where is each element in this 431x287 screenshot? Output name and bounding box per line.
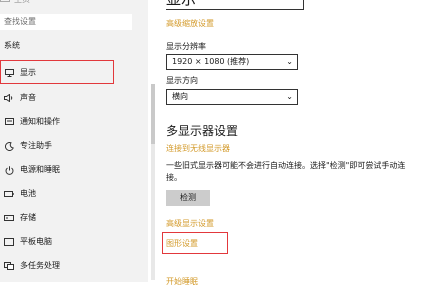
orientation-value: 横向 xyxy=(172,92,188,101)
sidebar-item-focus-assist[interactable]: 专注助手 xyxy=(0,135,148,157)
multitask-icon xyxy=(4,262,14,270)
sidebar-item-sound[interactable]: 声音 xyxy=(0,87,148,109)
chevron-down-icon: ⌄ xyxy=(286,57,293,66)
settings-search-input[interactable]: 查找设置 xyxy=(0,14,132,30)
sidebar-item-power-sleep[interactable]: 电源和睡眠 xyxy=(0,159,148,181)
home-label: 主页 xyxy=(14,0,30,4)
sidebar-item-label: 电源和睡眠 xyxy=(20,165,60,174)
scale-dropdown-partial[interactable] xyxy=(166,0,304,10)
home-nav-item[interactable]: 主页 xyxy=(0,0,40,6)
sidebar-item-label: 专注助手 xyxy=(20,141,52,150)
resolution-label: 显示分辨率 xyxy=(166,42,206,51)
chevron-down-icon: ⌄ xyxy=(286,92,293,101)
settings-sidebar: 主页 查找设置 系统 显示 声音 通知和操作 专注助手 电源和睡眠 xyxy=(0,0,148,282)
power-icon xyxy=(4,165,14,175)
wireless-display-link[interactable]: 连接到无线显示器 xyxy=(166,143,230,154)
moon-icon xyxy=(4,141,14,151)
highlight-box-display xyxy=(0,60,114,84)
home-icon xyxy=(0,0,10,2)
sidebar-item-label: 多任务处理 xyxy=(20,261,60,270)
sidebar-item-storage[interactable]: 存储 xyxy=(0,207,148,229)
highlight-box-graphics xyxy=(162,232,228,254)
advanced-scaling-link[interactable]: 高级缩放设置 xyxy=(166,18,214,29)
orientation-label: 显示方向 xyxy=(166,76,198,85)
scrollbar-thumb[interactable] xyxy=(151,84,155,144)
sidebar-item-label: 声音 xyxy=(20,93,36,102)
sidebar-item-label: 存储 xyxy=(20,213,36,222)
multi-display-heading: 多显示器设置 xyxy=(166,124,239,138)
tablet-icon xyxy=(4,238,14,246)
resolution-select[interactable]: 1920 × 1080 (推荐) ⌄ xyxy=(166,54,298,70)
battery-icon xyxy=(4,190,14,198)
speaker-icon xyxy=(4,94,14,102)
sidebar-item-label: 通知和操作 xyxy=(20,117,60,126)
storage-icon xyxy=(4,214,14,222)
resolution-value: 1920 × 1080 (推荐) xyxy=(172,57,250,66)
sidebar-item-battery[interactable]: 电池 xyxy=(0,183,148,205)
section-label-system: 系统 xyxy=(4,41,20,50)
older-displays-description: 一些旧式显示器可能不会进行自动连接。选择"检测"即可尝试手动连接。 xyxy=(166,161,406,182)
advanced-display-link[interactable]: 高级显示设置 xyxy=(166,218,214,229)
search-placeholder: 查找设置 xyxy=(4,17,36,26)
sidebar-item-label: 平板电脑 xyxy=(20,237,52,246)
detect-button[interactable]: 检测 xyxy=(166,190,210,206)
sidebar-item-multitasking[interactable]: 多任务处理 xyxy=(0,255,148,277)
notification-icon xyxy=(4,118,14,126)
sidebar-scrollbar[interactable] xyxy=(151,84,155,280)
sidebar-item-tablet[interactable]: 平板电脑 xyxy=(0,231,148,253)
sidebar-item-notifications[interactable]: 通知和操作 xyxy=(0,111,148,133)
sidebar-item-label: 电池 xyxy=(20,189,36,198)
orientation-select[interactable]: 横向 ⌄ xyxy=(166,89,298,105)
